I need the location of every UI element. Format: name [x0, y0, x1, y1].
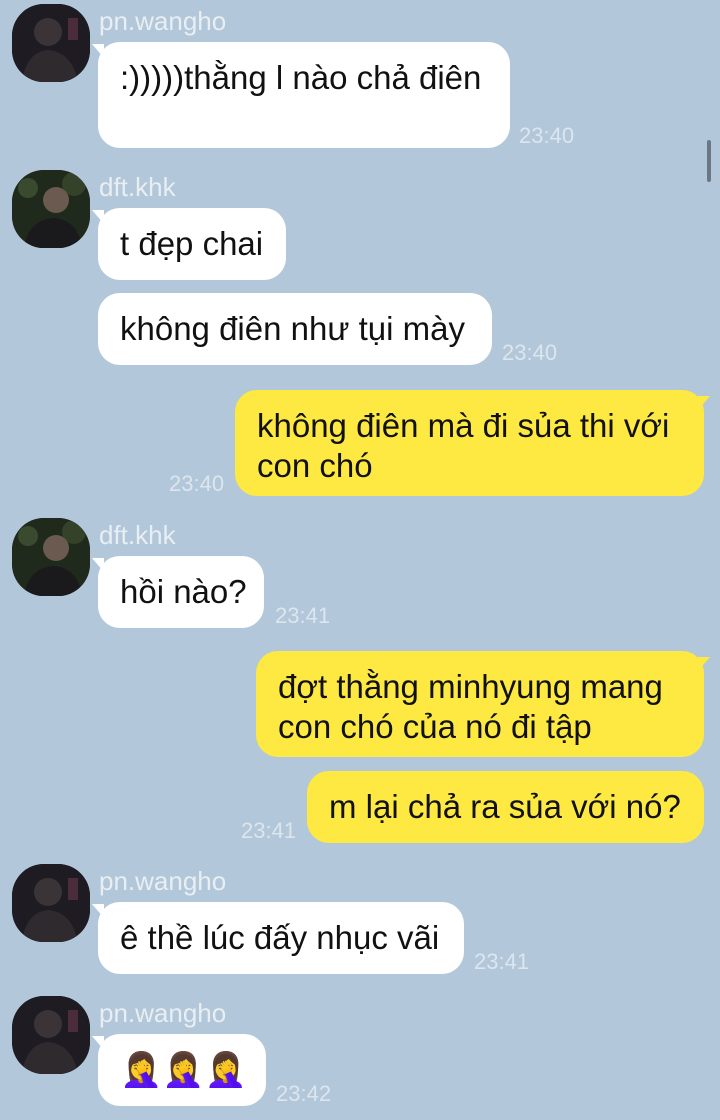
message-time: 23:40	[169, 471, 225, 496]
message-bubble[interactable]: không điên như tụi mày	[98, 293, 492, 365]
message-time: 23:40	[519, 123, 575, 148]
avatar-pn-wangho[interactable]	[12, 996, 90, 1074]
avatar-photo-icon	[12, 518, 90, 596]
avatar-pn-wangho[interactable]	[12, 4, 90, 82]
avatar-dft-khk[interactable]	[12, 170, 90, 248]
avatar-photo-icon	[12, 170, 90, 248]
message-bubble[interactable]: :)))))thằng l nào chả điên	[98, 42, 510, 148]
message-bubble[interactable]: ê thề lúc đấy nhục vãi	[98, 902, 464, 974]
message-time: 23:41	[275, 603, 331, 628]
bubble-tail	[698, 657, 710, 671]
sender-name: pn.wangho	[99, 866, 227, 896]
sender-name: dft.khk	[99, 520, 176, 550]
sender-name: dft.khk	[99, 172, 176, 202]
message-time: 23:42	[276, 1081, 332, 1106]
avatar-pn-wangho[interactable]	[12, 864, 90, 942]
message-bubble[interactable]: đợt thằng minhyung mang con chó của nó đ…	[256, 651, 704, 757]
message-time: 23:40	[502, 340, 558, 365]
sender-name: pn.wangho	[99, 6, 227, 36]
avatar-dft-khk[interactable]	[12, 518, 90, 596]
facepalm-emoji: 🤦‍♀️🤦‍♀️🤦‍♀️	[120, 1051, 248, 1089]
sender-name: pn.wangho	[99, 998, 227, 1028]
message-bubble[interactable]: m lại chả ra sủa với nó?	[307, 771, 704, 843]
bubble-tail	[698, 396, 710, 410]
message-bubble[interactable]: t đẹp chai	[98, 208, 286, 280]
avatar-photo-icon	[12, 996, 90, 1074]
message-bubble[interactable]: hồi nào?	[98, 556, 264, 628]
scrollbar[interactable]	[707, 140, 711, 182]
message-bubble[interactable]: 🤦‍♀️🤦‍♀️🤦‍♀️	[98, 1034, 266, 1106]
avatar-photo-icon	[12, 864, 90, 942]
message-time: 23:41	[474, 949, 530, 974]
message-bubble[interactable]: không điên mà đi sủa thi với con chó	[235, 390, 704, 496]
message-time: 23:41	[241, 818, 297, 843]
avatar-photo-icon	[12, 4, 90, 82]
